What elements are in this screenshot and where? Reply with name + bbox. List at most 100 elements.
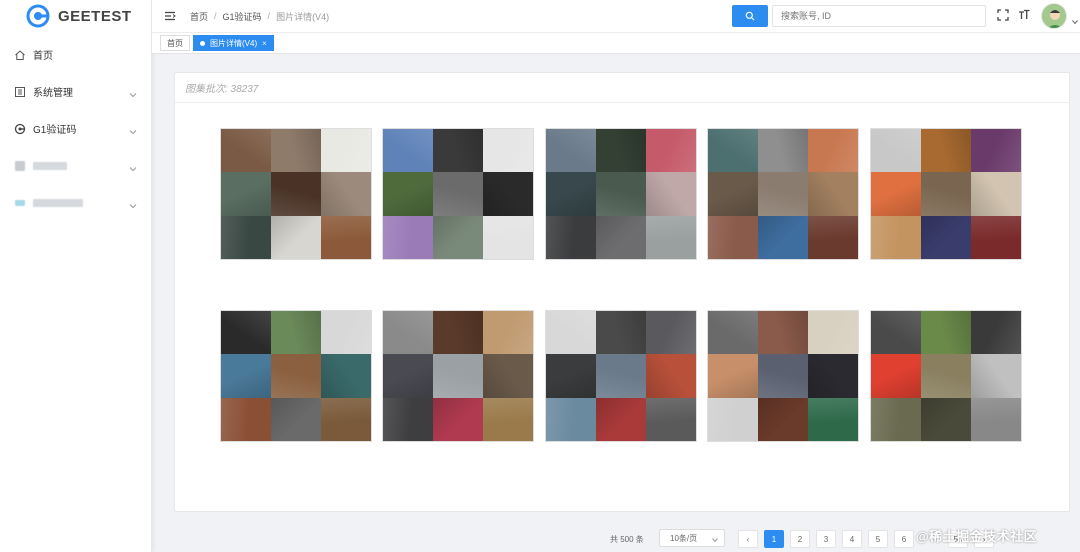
image-thumbnail[interactable]: [546, 311, 696, 441]
image-thumbnail[interactable]: [221, 311, 371, 441]
image-cell: [383, 311, 433, 355]
breadcrumb-item-captcha[interactable]: G1验证码: [223, 10, 262, 23]
breadcrumb-item-home[interactable]: 首页: [190, 10, 208, 23]
page-size-select[interactable]: 10条/页: [659, 529, 725, 547]
sidebar-item-redacted-1[interactable]: [0, 147, 151, 184]
sidebar-item-label: 首页: [33, 51, 53, 62]
image-thumbnail[interactable]: [871, 129, 1021, 259]
image-cell: [646, 172, 696, 216]
close-icon[interactable]: ×: [262, 39, 267, 48]
image-cell: [758, 354, 808, 398]
image-cell: [758, 129, 808, 173]
sidebar-item-captcha[interactable]: G1验证码: [0, 110, 151, 147]
image-thumbnail[interactable]: [383, 129, 533, 259]
tab-label: 图片详情(V4): [210, 38, 258, 48]
chevron-down-icon[interactable]: [1072, 14, 1078, 25]
image-cell: [871, 129, 921, 173]
image-cell: [708, 311, 758, 355]
chevron-down-icon: [129, 199, 137, 208]
image-cell: [871, 215, 921, 259]
redacted-icon: [14, 197, 26, 209]
redacted-icon: [14, 160, 26, 172]
image-cell: [646, 311, 696, 355]
image-cell: [433, 354, 483, 398]
search-button[interactable]: [732, 5, 768, 27]
image-cell: [708, 397, 758, 441]
breadcrumb-item-current: 图片详情(V4): [276, 11, 330, 22]
image-cell: [483, 172, 533, 216]
image-cell: [808, 397, 858, 441]
chevron-down-icon: [129, 88, 137, 97]
image-thumbnail[interactable]: [383, 311, 533, 441]
image-cell: [546, 129, 596, 173]
tab-home[interactable]: 首页: [160, 35, 190, 51]
image-cell: [271, 215, 321, 259]
image-thumbnail[interactable]: [221, 129, 371, 259]
font-size-icon[interactable]: [1017, 8, 1031, 22]
sidebar: GEETEST 首页 系统管理 G1验证码: [0, 0, 152, 552]
image-cell: [321, 215, 371, 259]
image-cell: [971, 354, 1021, 398]
image-cell: [596, 397, 646, 441]
image-cell: [383, 215, 433, 259]
image-cell: [808, 129, 858, 173]
image-cell: [221, 129, 271, 173]
prev-page-button[interactable]: ‹: [738, 530, 758, 548]
image-cell: [483, 311, 533, 355]
image-cell: [596, 172, 646, 216]
image-cell: [433, 215, 483, 259]
fullscreen-icon[interactable]: [996, 8, 1010, 22]
image-thumbnail[interactable]: [546, 129, 696, 259]
page-button-1[interactable]: 1: [764, 530, 784, 548]
image-cell: [596, 311, 646, 355]
redacted-label: [33, 161, 67, 170]
image-cell: [758, 215, 808, 259]
image-cell: [646, 397, 696, 441]
page-button-6[interactable]: 6: [894, 530, 914, 548]
sidebar-item-home[interactable]: 首页: [0, 36, 151, 73]
menu-collapse-icon[interactable]: [164, 10, 176, 22]
image-cell: [433, 311, 483, 355]
image-thumbnail[interactable]: [871, 311, 1021, 441]
image-cell: [596, 129, 646, 173]
image-cell: [271, 129, 321, 173]
chevron-down-icon: [712, 536, 718, 543]
geetest-logo-icon: [26, 4, 50, 28]
image-cell: [971, 172, 1021, 216]
page-button-2[interactable]: 2: [790, 530, 810, 548]
tab-image-detail[interactable]: 图片详情(V4) ×: [193, 35, 274, 51]
image-cell: [433, 172, 483, 216]
image-cell: [546, 397, 596, 441]
image-cell: [596, 215, 646, 259]
page-button-4[interactable]: 4: [842, 530, 862, 548]
search-icon: [745, 11, 755, 21]
content-card: 图集批次: 38237: [174, 72, 1070, 512]
avatar[interactable]: [1041, 3, 1067, 29]
image-cell: [221, 172, 271, 216]
page-size-value: 10条/页: [670, 533, 698, 543]
image-cell: [758, 172, 808, 216]
image-cell: [271, 172, 321, 216]
sidebar-item-label: 系统管理: [33, 88, 73, 99]
image-cell: [546, 354, 596, 398]
search-input[interactable]: [772, 5, 986, 27]
image-cell: [921, 129, 971, 173]
pagination-total: 共 500 条: [610, 535, 644, 544]
image-cell: [871, 397, 921, 441]
sidebar-item-system[interactable]: 系统管理: [0, 73, 151, 110]
chevron-down-icon: [129, 162, 137, 171]
logo[interactable]: GEETEST: [0, 0, 151, 32]
system-icon: [14, 86, 26, 98]
image-cell: [433, 129, 483, 173]
sidebar-menu: 首页 系统管理 G1验证码: [0, 36, 151, 221]
image-cell: [921, 215, 971, 259]
image-cell: [546, 215, 596, 259]
sidebar-item-redacted-2[interactable]: [0, 184, 151, 221]
page-button-3[interactable]: 3: [816, 530, 836, 548]
image-thumbnail[interactable]: [708, 129, 858, 259]
image-thumbnail[interactable]: [708, 311, 858, 441]
image-cell: [271, 354, 321, 398]
image-cell: [483, 215, 533, 259]
page-button-5[interactable]: 5: [868, 530, 888, 548]
image-cell: [708, 354, 758, 398]
